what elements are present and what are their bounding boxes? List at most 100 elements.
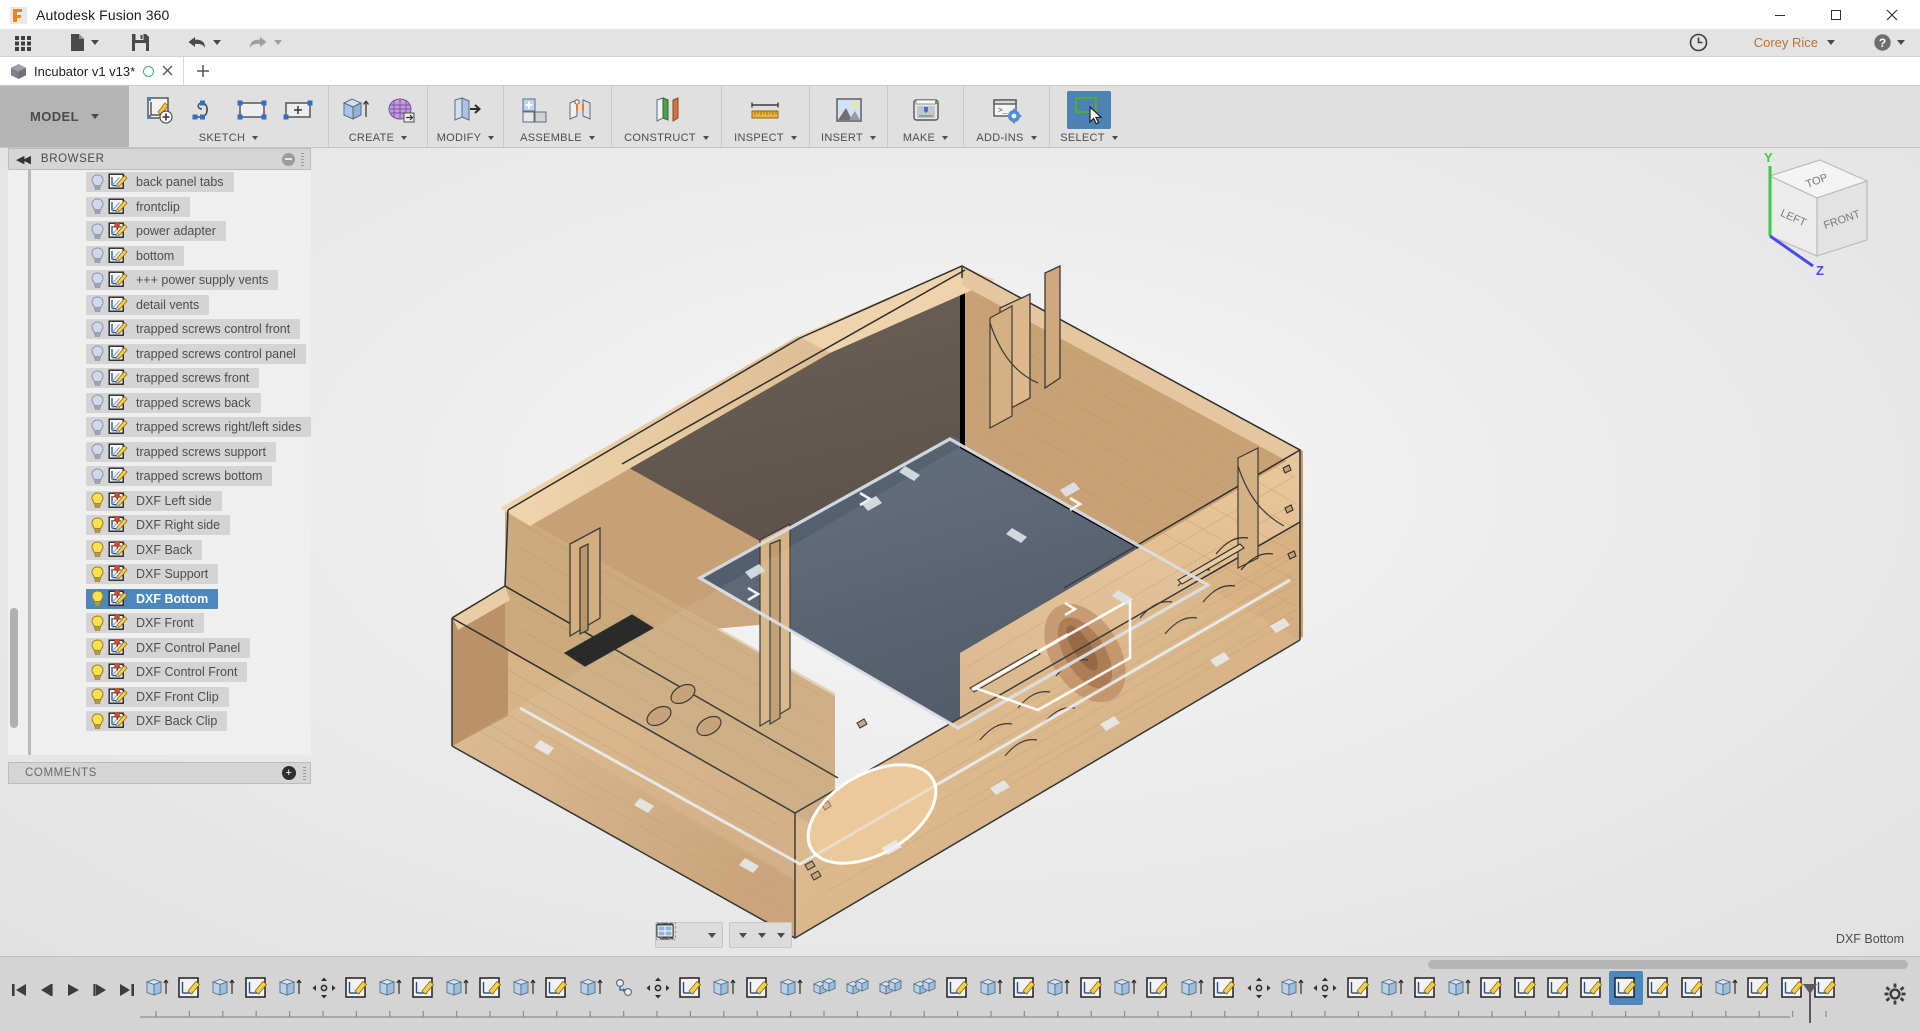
create-form-button[interactable] [379, 91, 423, 129]
visibility-bulb-icon[interactable] [86, 174, 108, 191]
timeline-feature-move[interactable] [641, 971, 674, 1005]
close-icon[interactable] [162, 64, 173, 79]
timeline-feature-sketch[interactable] [240, 971, 273, 1005]
timeline-feature-extrude[interactable] [274, 971, 307, 1005]
visibility-bulb-icon[interactable] [86, 443, 108, 460]
browser-item-dxf-right-side[interactable]: DXF Right side [86, 515, 231, 536]
new-component-button[interactable] [513, 91, 557, 129]
browser-item-dxf-back-clip[interactable]: DXF Back Clip [86, 711, 228, 732]
step-back-button[interactable] [33, 975, 58, 1005]
create-sketch-button[interactable] [138, 91, 182, 129]
browser-item-trapped-screws-support[interactable]: trapped screws support [86, 441, 276, 462]
browser-item-dxf-control-panel[interactable]: DXF Control Panel [86, 637, 251, 658]
browser-item-back-panel-tabs[interactable]: back panel tabs [86, 172, 234, 193]
timeline-feature-sketch[interactable] [1409, 971, 1442, 1005]
browser-tree-row[interactable]: trapped screws front [8, 366, 311, 391]
visibility-bulb-icon[interactable] [86, 590, 108, 607]
browser-tree-row[interactable]: bottom [8, 244, 311, 269]
timeline-feature-sketch[interactable] [741, 971, 774, 1005]
go-to-beginning-button[interactable] [6, 975, 31, 1005]
timeline-feature-sketch[interactable] [173, 971, 206, 1005]
timeline-feature-sketch[interactable] [1509, 971, 1542, 1005]
display-settings-button[interactable] [656, 923, 751, 947]
browser-item-trapped-screws-right-left-sides[interactable]: trapped screws right/left sides [86, 417, 311, 438]
measure-button[interactable] [744, 91, 788, 129]
viewports-button[interactable] [656, 923, 789, 947]
ribbon-panel-label-sketch[interactable]: SKETCH [199, 132, 259, 147]
timeline-feature-sketch[interactable] [340, 971, 373, 1005]
close-button[interactable] [1864, 0, 1920, 29]
browser-tree-row[interactable]: back panel tabs [8, 170, 311, 195]
offset-plane-button[interactable] [645, 91, 689, 129]
timeline-feature-sketch[interactable] [1342, 971, 1375, 1005]
timeline-feature-extrude[interactable] [1175, 971, 1208, 1005]
help-button[interactable]: ? [1866, 29, 1912, 57]
extrude-button[interactable] [333, 91, 377, 129]
timeline-feature-extrude[interactable] [708, 971, 741, 1005]
browser-item-trapped-screws-control-panel[interactable]: trapped screws control panel [86, 343, 306, 364]
timeline-feature-extrude[interactable] [507, 971, 540, 1005]
browser-tree-row[interactable]: trapped screws right/left sides [8, 415, 311, 440]
ribbon-panel-label-make[interactable]: MAKE [903, 132, 949, 147]
maximize-button[interactable] [1808, 0, 1864, 29]
ribbon-panel-label-insert[interactable]: INSERT [821, 132, 876, 147]
browser-item-dxf-left-side[interactable]: DXF Left side [86, 490, 222, 511]
document-tab[interactable]: Incubator v1 v13* [0, 57, 185, 85]
visibility-bulb-icon[interactable] [86, 272, 108, 289]
browser-item-power-adapter[interactable]: power adapter [86, 221, 226, 242]
visibility-bulb-icon[interactable] [86, 541, 108, 558]
timeline-feature-sketch[interactable] [674, 971, 707, 1005]
browser-item-dxf-back[interactable]: DXF Back [86, 539, 203, 560]
go-to-end-button[interactable] [114, 975, 139, 1005]
timeline-feature-sketch[interactable] [1743, 971, 1776, 1005]
timeline-feature-extrude[interactable] [140, 971, 173, 1005]
visibility-bulb-icon[interactable] [86, 394, 108, 411]
browser-item-detail-vents[interactable]: detail vents [86, 294, 210, 315]
timeline-feature-move[interactable] [1242, 971, 1275, 1005]
new-tab-button[interactable] [184, 57, 222, 85]
browser-item-bottom[interactable]: bottom [86, 245, 185, 266]
timeline-feature-pattern[interactable] [875, 971, 908, 1005]
visibility-bulb-icon[interactable] [86, 566, 108, 583]
fit-button[interactable] [656, 922, 720, 947]
visibility-bulb-icon[interactable] [86, 492, 108, 509]
browser-tree-row[interactable]: DXF Front Clip [8, 685, 311, 710]
timeline-feature-extrude[interactable] [574, 971, 607, 1005]
ribbon-panel-label-select[interactable]: SELECT [1060, 132, 1118, 147]
browser-tree-row[interactable]: DXF Front [8, 611, 311, 636]
timeline-settings-button[interactable] [1884, 983, 1906, 1010]
timeline-feature-sketch[interactable] [941, 971, 974, 1005]
new-file-button[interactable] [62, 29, 106, 57]
timeline-feature-sketch[interactable] [1008, 971, 1041, 1005]
rectangle-button[interactable] [230, 91, 274, 129]
browser-item-frontclip[interactable]: frontclip [86, 196, 190, 217]
ribbon-panel-label-assemble[interactable]: ASSEMBLE [520, 132, 595, 147]
browser-item-trapped-screws-back[interactable]: trapped screws back [86, 392, 261, 413]
pan-button[interactable] [657, 923, 693, 947]
plus-circle-icon[interactable]: + [282, 766, 296, 780]
visibility-bulb-icon[interactable] [86, 296, 108, 313]
timeline-feature-sketch[interactable] [1576, 971, 1609, 1005]
browser-tree-row[interactable]: DXF Control Panel [8, 636, 311, 661]
visibility-bulb-icon[interactable] [86, 345, 108, 362]
timeline-feature-extrude[interactable] [1275, 971, 1308, 1005]
visibility-bulb-icon[interactable] [86, 198, 108, 215]
browser-item-dxf-bottom[interactable]: DXF Bottom [86, 588, 219, 609]
scripts-addins-button[interactable]: >_ [985, 91, 1029, 129]
browser-tree-row[interactable]: frontclip [8, 195, 311, 220]
redo-button[interactable] [240, 29, 289, 57]
visibility-bulb-icon[interactable] [86, 468, 108, 485]
grid-snaps-button[interactable] [656, 923, 770, 947]
zoom-button[interactable] [656, 923, 701, 947]
browser-tree-row[interactable]: DXF Support [8, 562, 311, 587]
timeline-feature-sketch[interactable] [1075, 971, 1108, 1005]
ribbon-panel-label-modify[interactable]: MODIFY [437, 132, 495, 147]
browser-item-dxf-front-clip[interactable]: DXF Front Clip [86, 686, 229, 707]
browser-item-dxf-control-front[interactable]: DXF Control Front [86, 662, 248, 683]
timeline-feature-extrude[interactable] [975, 971, 1008, 1005]
browser-tree-row[interactable]: trapped screws control panel [8, 342, 311, 367]
timeline-feature-extrude[interactable] [1442, 971, 1475, 1005]
app-grid-button[interactable] [6, 29, 40, 57]
timeline-feature-sketch[interactable] [1209, 971, 1242, 1005]
browser-tree-row[interactable]: DXF Left side [8, 489, 311, 514]
